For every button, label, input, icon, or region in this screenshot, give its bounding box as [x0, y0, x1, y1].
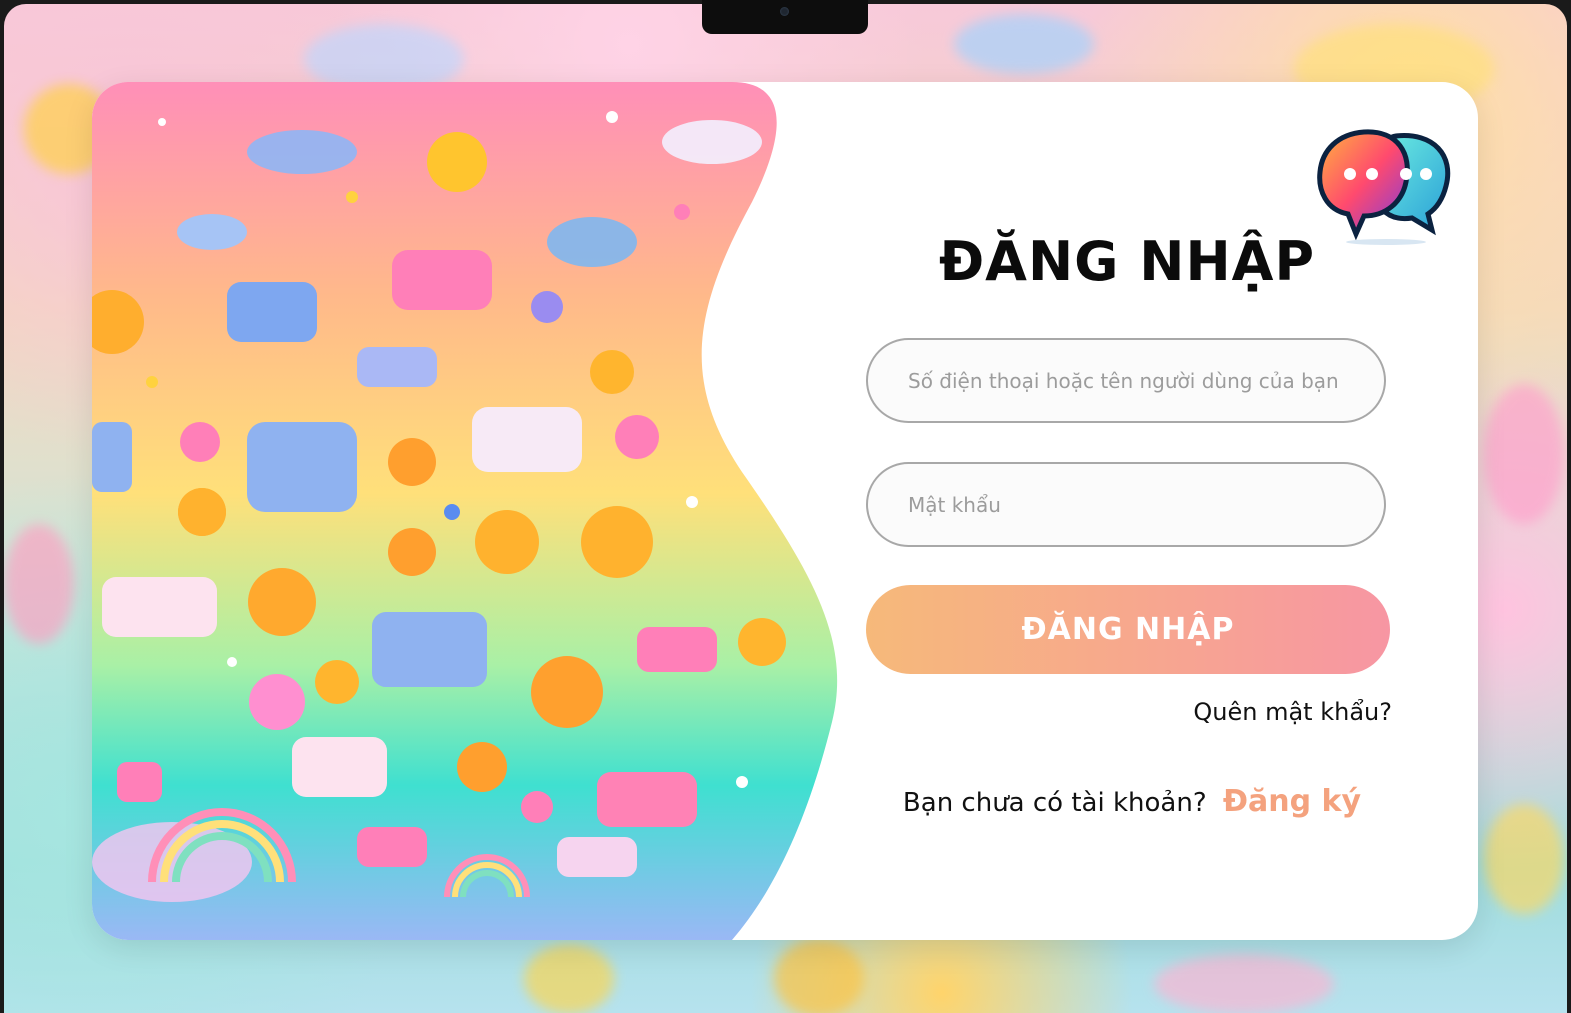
camera-notch: [702, 0, 868, 34]
login-form: ĐĂNG NHẬP ĐĂNG NHẬP Quên mật khẩu? Bạn c…: [92, 82, 1478, 940]
phone-or-username-input[interactable]: [866, 338, 1386, 423]
no-account-text: Bạn chưa có tài khoản?: [902, 788, 1207, 818]
page-title: ĐĂNG NHẬP: [938, 230, 1316, 293]
login-screen: ĐĂNG NHẬP ĐĂNG NHẬP Quên mật khẩu? Bạn c…: [0, 0, 1571, 1013]
password-input[interactable]: [866, 462, 1386, 547]
camera-icon: [780, 7, 789, 16]
login-button[interactable]: ĐĂNG NHẬP: [866, 585, 1390, 674]
signup-prompt: Bạn chưa có tài khoản? Đăng ký: [872, 784, 1392, 819]
forgot-password-link[interactable]: Quên mật khẩu?: [1132, 698, 1392, 726]
signup-link[interactable]: Đăng ký: [1223, 784, 1361, 819]
login-card: ĐĂNG NHẬP ĐĂNG NHẬP Quên mật khẩu? Bạn c…: [92, 82, 1478, 940]
